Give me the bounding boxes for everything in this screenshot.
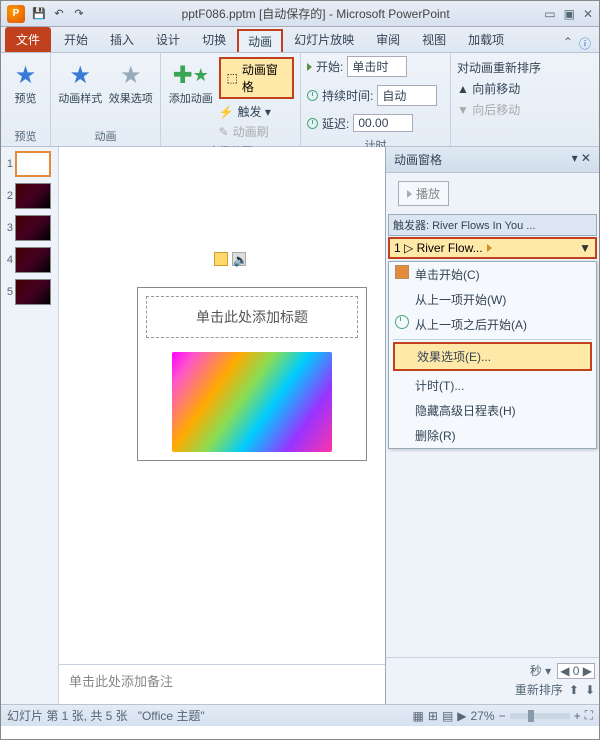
- slide-canvas[interactable]: 🔈 单击此处添加标题: [59, 147, 385, 664]
- seconds-spinner[interactable]: ◀ 0 ▶: [557, 663, 595, 679]
- slide-body[interactable]: 单击此处添加标题: [137, 287, 367, 461]
- trigger-button[interactable]: ⚡触发 ▾: [219, 102, 294, 121]
- mouse-icon: [395, 265, 409, 279]
- ribbon-min-icon[interactable]: ⌃: [563, 35, 573, 52]
- window-title: pptF086.pptm [自动保存的] - Microsoft PowerPo…: [87, 5, 544, 22]
- thumb-1[interactable]: 1: [3, 151, 56, 177]
- ctx-remove[interactable]: 删除(R): [389, 423, 596, 448]
- view-show-icon[interactable]: ▶: [457, 709, 466, 723]
- zoom-out-icon[interactable]: −: [499, 709, 506, 723]
- maximize-icon[interactable]: ▣: [564, 7, 575, 21]
- move-up-button[interactable]: ▲ 向前移动: [457, 80, 520, 97]
- play-icon: [307, 63, 312, 71]
- app-icon: P: [7, 5, 25, 23]
- resort-button[interactable]: 重新排序: [515, 681, 563, 698]
- pane-close-icon[interactable]: ▾ ✕: [572, 151, 591, 168]
- ctx-click-start[interactable]: 单击开始(C): [389, 262, 596, 287]
- view-sorter-icon[interactable]: ⊞: [428, 709, 438, 723]
- tab-insert[interactable]: 插入: [99, 27, 145, 52]
- preview-button[interactable]: ★ 预览: [7, 55, 44, 106]
- speaker-icon: 🔈: [232, 252, 246, 266]
- tab-slideshow[interactable]: 幻灯片放映: [283, 27, 365, 52]
- clock-icon: [307, 90, 318, 101]
- tab-design[interactable]: 设计: [145, 27, 191, 52]
- qat-undo-icon[interactable]: ↶: [51, 6, 67, 22]
- view-reading-icon[interactable]: ▤: [442, 709, 453, 723]
- tab-addin[interactable]: 加载项: [457, 27, 515, 52]
- view-normal-icon[interactable]: ▦: [413, 709, 424, 723]
- content-image[interactable]: [172, 352, 332, 452]
- slide-thumbnails: 1 2 3 4 5: [1, 147, 59, 704]
- thumb-3[interactable]: 3: [3, 215, 56, 241]
- add-anim-button[interactable]: ✚★ 添加动画: [167, 55, 215, 106]
- audio-object[interactable]: 🔈: [214, 252, 246, 266]
- dropdown-icon[interactable]: ▼: [579, 241, 591, 255]
- ctx-after-prev[interactable]: 从上一项之后开始(A): [389, 312, 596, 337]
- star-plus-icon: ✚★: [175, 59, 207, 91]
- status-zoom: 27%: [471, 709, 495, 723]
- preview-icon: ★: [10, 59, 42, 91]
- title-placeholder[interactable]: 单击此处添加标题: [146, 296, 358, 338]
- duration-field[interactable]: 自动: [377, 85, 437, 106]
- status-theme: "Office 主题": [138, 707, 205, 724]
- clock-icon: [307, 118, 318, 129]
- play-icon: [407, 190, 412, 198]
- tab-view[interactable]: 视图: [411, 27, 457, 52]
- painter-button[interactable]: ✎动画刷: [219, 122, 294, 141]
- anim-item-1[interactable]: 1 ▷ River Flow... ▼: [388, 237, 597, 259]
- anim-pane-title: 动画窗格: [394, 151, 442, 168]
- ctx-with-prev[interactable]: 从上一项开始(W): [389, 287, 596, 312]
- delay-field[interactable]: 00.00: [353, 114, 413, 132]
- zoom-in-icon[interactable]: +: [574, 709, 581, 723]
- tab-review[interactable]: 审阅: [365, 27, 411, 52]
- ctx-hide-timeline[interactable]: 隐藏高级日程表(H): [389, 398, 596, 423]
- qat-save-icon[interactable]: 💾: [31, 6, 47, 22]
- start-select[interactable]: 单击时: [347, 56, 407, 77]
- anim-pane-button[interactable]: ⬚ 动画窗格: [219, 57, 294, 99]
- ctx-timing[interactable]: 计时(T)...: [389, 373, 596, 398]
- notes-pane[interactable]: 单击此处添加备注: [59, 664, 385, 704]
- clock-icon: [395, 315, 409, 329]
- trigger-header: 触发器: River Flows In You ...: [388, 214, 597, 236]
- brush-icon: ✎: [219, 125, 229, 139]
- effect-options-button[interactable]: ★ 效果选项: [108, 55, 155, 106]
- anim-style-button[interactable]: ★ 动画样式: [57, 55, 104, 106]
- fit-icon[interactable]: ⛶: [585, 708, 593, 723]
- pane-icon: ⬚: [227, 71, 238, 85]
- help-icon[interactable]: ⓘ: [579, 35, 591, 52]
- thumb-5[interactable]: 5: [3, 279, 56, 305]
- ctx-effect-options[interactable]: 效果选项(E)...: [393, 342, 592, 371]
- up-icon[interactable]: ⬆: [569, 683, 579, 697]
- down-icon[interactable]: ⬇: [585, 683, 595, 697]
- star-icon: ★: [115, 59, 147, 91]
- thumb-4[interactable]: 4: [3, 247, 56, 273]
- minimize-icon[interactable]: ▭: [544, 7, 555, 21]
- context-menu: 单击开始(C) 从上一项开始(W) 从上一项之后开始(A) 效果选项(E)...…: [388, 261, 597, 449]
- play-icon: [487, 244, 492, 252]
- qat-redo-icon[interactable]: ↷: [71, 6, 87, 22]
- sound-icon: [214, 252, 228, 266]
- close-icon[interactable]: ✕: [583, 7, 593, 21]
- tab-file[interactable]: 文件: [5, 27, 51, 52]
- tab-start[interactable]: 开始: [53, 27, 99, 52]
- tab-animation[interactable]: 动画: [237, 29, 283, 52]
- play-button[interactable]: 播放: [398, 181, 449, 206]
- zoom-slider[interactable]: [510, 713, 570, 719]
- move-down-button: ▼ 向后移动: [457, 101, 520, 118]
- reorder-label: 对动画重新排序: [457, 59, 541, 76]
- star-icon: ★: [64, 59, 96, 91]
- thumb-2[interactable]: 2: [3, 183, 56, 209]
- tab-transition[interactable]: 切换: [191, 27, 237, 52]
- status-slide: 幻灯片 第 1 张, 共 5 张: [7, 707, 128, 724]
